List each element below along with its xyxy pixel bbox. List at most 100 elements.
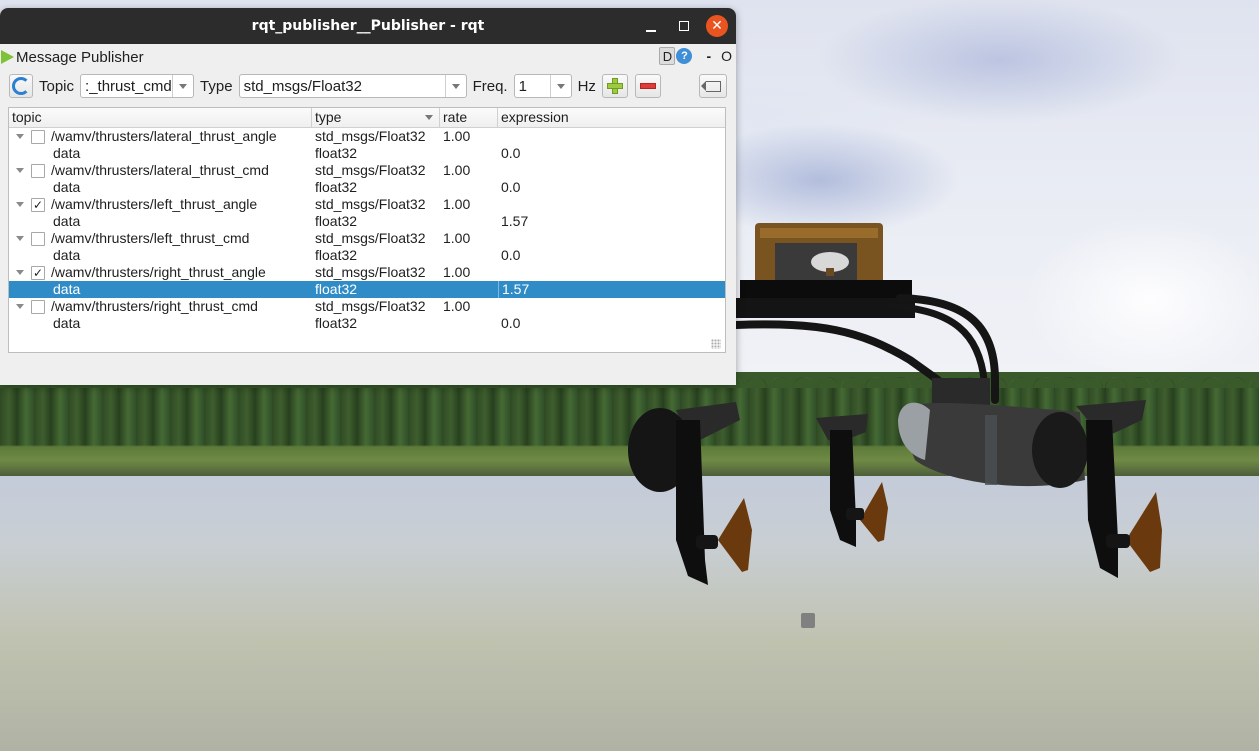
expand-arrow-icon[interactable]	[15, 202, 25, 207]
window-titlebar[interactable]: rqt_publisher__Publisher - rqt ✕	[0, 8, 736, 44]
table-row-field[interactable]: data float32 1.57	[9, 213, 725, 230]
table-row-field[interactable]: data float32 0.0	[9, 145, 725, 162]
expand-arrow-icon[interactable]	[15, 304, 25, 309]
enable-checkbox[interactable]	[31, 231, 45, 246]
rate-cell[interactable]: 1.00	[440, 298, 498, 315]
rate-cell[interactable]: 1.00	[440, 264, 498, 281]
table-row-field[interactable]: data float32 0.0	[9, 247, 725, 264]
table-row-field[interactable]: data float32 1.57	[9, 281, 725, 298]
field-cell: data	[9, 315, 312, 332]
publisher-tree-table[interactable]: topic type rate expression /wamv/thruste…	[8, 107, 726, 353]
refresh-button[interactable]	[9, 74, 33, 98]
add-publisher-button[interactable]	[601, 74, 628, 98]
close-button[interactable]: ✕	[706, 15, 728, 37]
expand-arrow-icon[interactable]	[15, 134, 25, 139]
table-row-topic[interactable]: ✓ /wamv/thrusters/left_thrust_angle std_ms…	[9, 196, 725, 213]
chevron-down-icon[interactable]	[549, 75, 571, 97]
rate-cell[interactable]: 1.00	[440, 196, 498, 213]
table-row-topic[interactable]: /wamv/thrusters/lateral_thrust_cmd std_ms…	[9, 162, 725, 179]
expand-arrow-icon[interactable]	[15, 168, 25, 173]
topic-cell: /wamv/thrusters/right_thrust_cmd	[9, 298, 312, 315]
topic-cell: /wamv/thrusters/lateral_thrust_angle	[9, 128, 312, 145]
column-header-rate[interactable]: rate	[440, 108, 498, 127]
expand-arrow-icon[interactable]	[15, 236, 25, 241]
type-cell: std_msgs/Float32	[315, 230, 426, 246]
topic-cell: /wamv/thrusters/left_thrust_cmd	[9, 230, 312, 247]
topic-name: /wamv/thrusters/lateral_thrust_cmd	[51, 162, 269, 178]
type-combobox-value[interactable]: std_msgs/Float32	[240, 78, 445, 95]
clear-icon	[700, 80, 721, 92]
topic-combobox-value[interactable]: :_thrust_cmd	[81, 78, 172, 95]
play-icon	[1, 50, 14, 64]
hz-label: Hz	[577, 77, 596, 95]
help-icon[interactable]: ?	[676, 48, 693, 64]
enable-checkbox[interactable]: ✓	[31, 265, 45, 280]
remove-publisher-button[interactable]	[634, 74, 661, 98]
column-header-type-label: type	[315, 109, 342, 125]
field-type-cell: float32	[315, 145, 358, 161]
enable-checkbox[interactable]: ✓	[31, 197, 45, 212]
table-row-field[interactable]: data float32 0.0	[9, 179, 725, 196]
dock-button[interactable]: D	[659, 47, 676, 65]
type-cell: std_msgs/Float32	[315, 196, 426, 212]
field-type-cell: float32	[315, 315, 358, 331]
chevron-down-icon[interactable]	[172, 75, 193, 97]
freq-combobox[interactable]: 1	[513, 74, 572, 98]
topic-name: /wamv/thrusters/left_thrust_cmd	[51, 230, 250, 246]
topic-combobox[interactable]: :_thrust_cmd	[80, 74, 195, 98]
enable-checkbox[interactable]	[31, 163, 45, 178]
minimize-button[interactable]	[640, 15, 662, 37]
field-name: data	[53, 213, 81, 229]
enable-checkbox[interactable]	[31, 129, 45, 144]
freq-combobox-value[interactable]: 1	[515, 78, 550, 95]
plugin-header: Message Publisher D ? - O	[0, 44, 736, 70]
field-expression-cell[interactable]: 0.0	[498, 247, 725, 264]
window-title: rqt_publisher__Publisher - rqt	[251, 18, 485, 34]
expand-arrow-icon[interactable]	[15, 270, 25, 275]
treeline-background	[0, 372, 1259, 476]
table-row-topic[interactable]: /wamv/thrusters/right_thrust_cmd std_msgs…	[9, 298, 725, 315]
plus-icon	[606, 78, 623, 94]
table-row-topic[interactable]: ✓ /wamv/thrusters/right_thrust_angle std_m…	[9, 264, 725, 281]
maximize-button[interactable]	[673, 15, 695, 37]
column-header-topic[interactable]: topic	[9, 108, 312, 127]
plugin-minimize-button[interactable]: -	[706, 48, 711, 64]
field-cell: data	[9, 281, 312, 298]
water-surface	[0, 476, 1259, 751]
field-expression-cell[interactable]: 0.0	[498, 315, 725, 332]
table-header: topic type rate expression	[9, 108, 725, 128]
table-row-topic[interactable]: /wamv/thrusters/left_thrust_cmd std_msgs/…	[9, 230, 725, 247]
field-expression-cell[interactable]: 1.57	[498, 213, 725, 230]
plugin-close-button[interactable]: O	[721, 48, 732, 64]
field-name: data	[53, 247, 81, 263]
maximize-icon	[679, 21, 689, 31]
table-row-topic[interactable]: /wamv/thrusters/lateral_thrust_angle std_…	[9, 128, 725, 145]
rate-cell[interactable]: 1.00	[440, 128, 498, 145]
type-combobox[interactable]: std_msgs/Float32	[238, 74, 467, 98]
field-expression-cell[interactable]: 1.57	[498, 281, 725, 298]
type-cell: std_msgs/Float32	[315, 162, 426, 178]
column-header-expression[interactable]: expression	[498, 108, 725, 127]
minus-icon	[639, 83, 656, 89]
type-cell: std_msgs/Float32	[315, 298, 426, 314]
freq-label: Freq.	[472, 77, 508, 95]
rate-cell[interactable]: 1.00	[440, 230, 498, 247]
gray-marker-object[interactable]	[801, 613, 815, 628]
field-expression-cell[interactable]: 0.0	[498, 179, 725, 196]
field-cell: data	[9, 145, 312, 162]
topic-cell: /wamv/thrusters/lateral_thrust_cmd	[9, 162, 312, 179]
rqt-publisher-window: rqt_publisher__Publisher - rqt ✕ Message…	[0, 8, 736, 385]
field-expression-cell[interactable]: 0.0	[498, 145, 725, 162]
field-cell: data	[9, 179, 312, 196]
column-header-type[interactable]: type	[312, 108, 440, 127]
topic-label: Topic	[39, 77, 75, 95]
table-row-field[interactable]: data float32 0.0	[9, 315, 725, 332]
clear-publishers-button[interactable]	[699, 74, 727, 98]
enable-checkbox[interactable]	[31, 299, 45, 314]
rate-cell[interactable]: 1.00	[440, 162, 498, 179]
field-name: data	[53, 281, 81, 297]
publisher-toolbar: Topic :_thrust_cmd Type std_msgs/Float32…	[0, 70, 736, 102]
resize-grip[interactable]	[711, 339, 721, 349]
chevron-down-icon[interactable]	[444, 75, 466, 97]
field-name: data	[53, 179, 81, 195]
